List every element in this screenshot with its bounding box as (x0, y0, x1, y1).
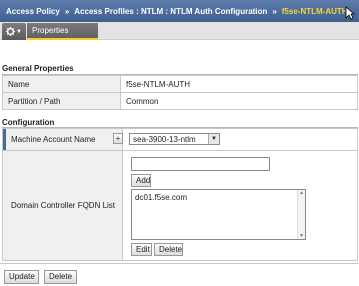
delete-list-item-button[interactable]: Delete (154, 243, 183, 256)
configuration-title: Configuration (2, 118, 55, 127)
partition-label: Partition / Path (2, 92, 121, 110)
list-item[interactable]: dc01.f5se.com (135, 193, 187, 202)
update-button[interactable]: Update (4, 270, 39, 284)
gear-menu-button[interactable]: ▼ (2, 23, 26, 40)
dc-fqdn-listbox[interactable]: dc01.f5se.com ▲ ▼ (131, 189, 306, 240)
add-button[interactable]: Add (131, 174, 151, 187)
tab-properties-label: Properties (32, 26, 69, 35)
edit-button[interactable]: Edit (131, 243, 152, 256)
machine-account-select[interactable]: sea-3900-13-ntlm ▼ (129, 133, 220, 145)
machine-account-label: Machine Account Name (11, 135, 96, 144)
active-row-marker (3, 129, 6, 150)
tab-properties[interactable]: Properties (27, 23, 98, 40)
dc-fqdn-list-label: Domain Controller FQDN List (11, 201, 116, 210)
breadcrumb-current: f5se-NTLM-AUTH (281, 6, 348, 16)
chevron-down-icon: ▼ (16, 28, 22, 35)
active-tab-indicator (27, 38, 98, 40)
table-row: Name f5se-NTLM-AUTH (2, 75, 358, 93)
name-value: f5se-NTLM-AUTH (120, 75, 358, 93)
configuration-panel: Machine Account Name + sea-3900-13-ntlm … (2, 128, 358, 261)
scroll-up-icon[interactable]: ▲ (298, 190, 305, 196)
chevron-down-icon: ▼ (208, 134, 219, 144)
name-label: Name (2, 75, 121, 93)
breadcrumb-separator: » (272, 6, 277, 16)
table-row: Partition / Path Common (2, 92, 358, 110)
general-properties-table: Name f5se-NTLM-AUTH Partition / Path Com… (2, 75, 358, 110)
breadcrumb: Access Policy » Access Profiles : NTLM :… (0, 0, 359, 22)
footer-divider (0, 263, 359, 264)
mouse-cursor-icon (345, 6, 355, 20)
delete-button[interactable]: Delete (44, 270, 77, 284)
scrollbar[interactable]: ▲ ▼ (297, 190, 305, 239)
label-column (3, 129, 123, 260)
breadcrumb-ntlm-config[interactable]: Access Profiles : NTLM : NTLM Auth Confi… (74, 7, 267, 16)
add-machine-account-button[interactable]: + (113, 133, 123, 144)
gear-icon (6, 27, 16, 36)
general-properties-title: General Properties (2, 64, 74, 73)
dc-fqdn-input[interactable] (131, 157, 270, 171)
row-divider (3, 150, 357, 151)
breadcrumb-separator: » (64, 6, 70, 16)
machine-account-value: sea-3900-13-ntlm (133, 135, 196, 144)
breadcrumb-access-policy[interactable]: Access Policy (6, 7, 60, 16)
tab-bar: ▼ Properties (0, 22, 359, 40)
scroll-down-icon[interactable]: ▼ (298, 233, 305, 239)
partition-value: Common (120, 92, 358, 110)
